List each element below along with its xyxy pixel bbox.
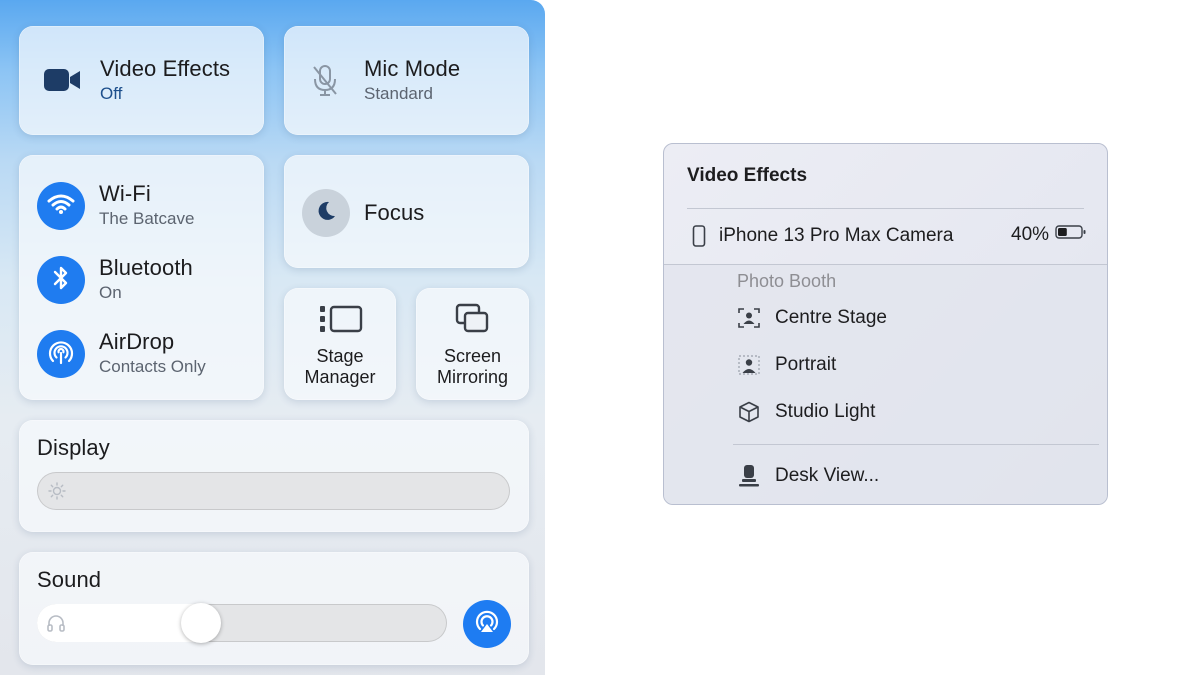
centre-stage-label: Centre Stage [775,307,887,328]
brightness-slider[interactable] [37,472,510,510]
microphone-icon [310,64,340,103]
centre-stage-item[interactable]: Centre Stage [737,306,887,330]
desk-view-label: Desk View... [775,465,880,486]
display-title: Display [37,435,110,460]
headphones-icon [46,614,66,637]
screen-mirroring-tile[interactable]: Screen Mirroring [416,288,529,400]
mic-mode-title: Mic Mode [364,56,461,81]
wifi-title: Wi-Fi [99,181,151,206]
stage-manager-tile[interactable]: Stage Manager [284,288,396,400]
mic-mode-tile[interactable]: Mic Mode Standard [284,26,529,135]
menu-divider [687,208,1084,209]
portrait-label: Portrait [775,354,837,375]
desk-view-icon [737,464,761,488]
stage-manager-icon [319,304,363,339]
bluetooth-icon [52,265,70,296]
wifi-icon [47,193,75,220]
camera-device-name: iPhone 13 Pro Max Camera [719,225,954,246]
sun-icon [48,482,66,505]
video-effects-status: Off [100,84,123,103]
control-center-panel: Video Effects Off Mic Mode Standard Wi-F… [0,0,545,675]
menu-divider [664,264,1107,265]
airdrop-title: AirDrop [99,329,175,354]
menu-divider [733,444,1099,445]
bluetooth-status: On [99,283,122,302]
airplay-output-button[interactable] [463,600,511,648]
focus-toggle[interactable] [302,189,350,237]
bluetooth-title: Bluetooth [99,255,193,280]
menu-lower-section [664,265,1107,504]
battery-icon [1055,224,1087,246]
video-camera-icon [43,66,81,99]
volume-slider[interactable] [37,604,447,642]
camera-device-row[interactable]: iPhone 13 Pro Max Camera [687,224,953,248]
airdrop-icon [46,337,76,372]
iphone-icon [687,224,711,248]
battery-percentage: 40% [1011,224,1050,245]
cube-icon [737,400,761,424]
desk-view-item[interactable]: Desk View... [737,464,879,488]
sound-tile: Sound [19,552,529,665]
video-effects-menu: Video Effects iPhone 13 Pro Max Camera 4… [663,143,1108,505]
video-effects-title: Video Effects [100,56,231,81]
network-tile: Wi-Fi The Batcave Bluetooth On AirDrop C… [19,155,264,400]
moon-icon [314,199,338,228]
portrait-icon [737,353,761,377]
stage-manager-label: Stage Manager [304,346,376,387]
focus-title: Focus [364,200,425,225]
airdrop-toggle[interactable] [37,330,85,378]
battery-indicator: 40% [1011,224,1087,246]
centre-stage-icon [737,306,761,330]
airplay-icon [473,608,501,641]
studio-light-label: Studio Light [775,401,876,422]
studio-light-item[interactable]: Studio Light [737,400,875,424]
display-tile: Display [19,420,529,532]
wifi-toggle[interactable] [37,182,85,230]
menu-title: Video Effects [687,165,808,186]
wifi-network-name: The Batcave [99,209,195,228]
mic-mode-status: Standard [364,84,433,103]
screen-mirroring-icon [455,303,491,340]
sound-title: Sound [37,567,102,592]
screen-mirroring-label: Screen Mirroring [436,346,508,387]
portrait-item[interactable]: Portrait [737,353,836,377]
focus-tile[interactable]: Focus [284,155,529,268]
photo-booth-section-label: Photo Booth [737,271,837,291]
bluetooth-toggle[interactable] [37,256,85,304]
airdrop-status: Contacts Only [99,357,206,376]
video-effects-tile[interactable]: Video Effects Off [19,26,264,135]
